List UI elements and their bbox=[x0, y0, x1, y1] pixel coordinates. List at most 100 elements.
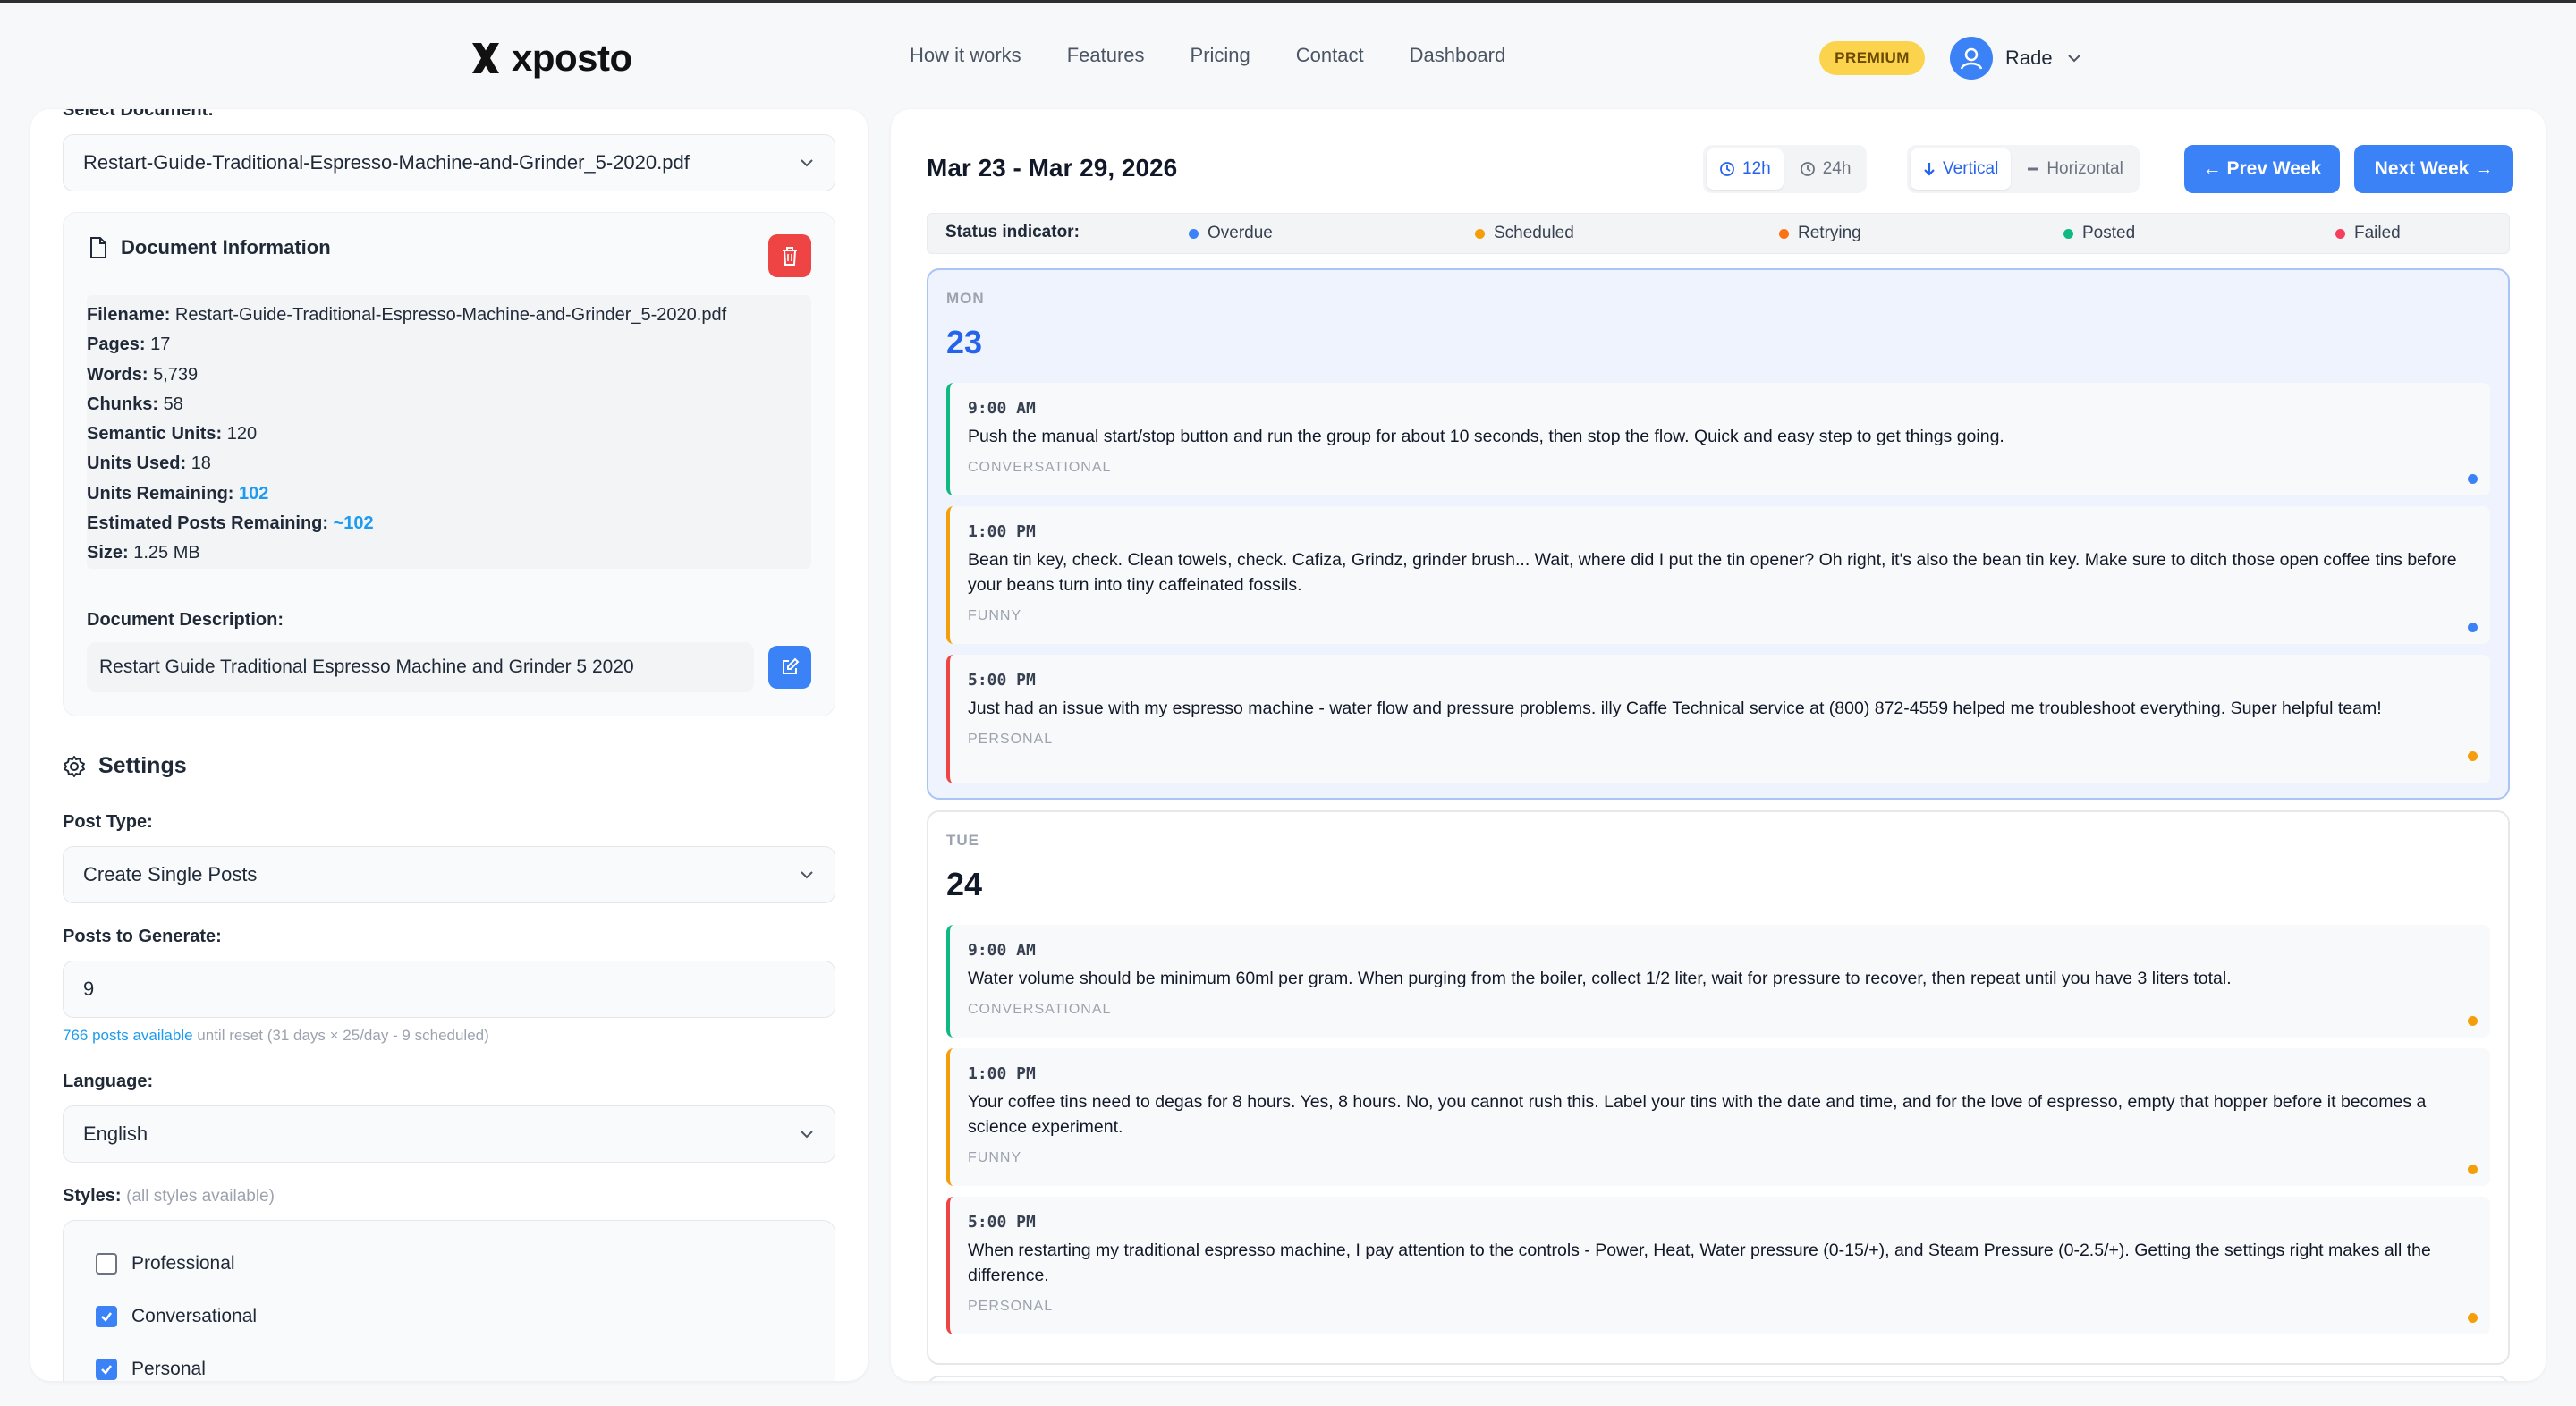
arrow-down-icon bbox=[1924, 163, 1935, 176]
styles-label-row: Styles: (all styles available) bbox=[63, 1186, 275, 1207]
post-time: 9:00 AM bbox=[968, 399, 1036, 418]
time-12h-label: 12h bbox=[1742, 159, 1771, 178]
status-dot bbox=[2063, 228, 2073, 239]
logo[interactable]: xposto bbox=[469, 35, 632, 81]
time-12h-button[interactable]: 12h bbox=[1707, 148, 1784, 190]
trash-icon bbox=[783, 247, 797, 266]
status-dot bbox=[1189, 228, 1199, 239]
post-status-dot bbox=[2468, 623, 2478, 632]
status-dot bbox=[1475, 228, 1485, 239]
edit-icon bbox=[783, 657, 800, 674]
info-semantic-units: Semantic Units: 120 bbox=[87, 424, 258, 445]
style-label: Conversational bbox=[131, 1306, 258, 1326]
chevron-down-icon bbox=[801, 159, 813, 167]
post-text: Just had an issue with my espresso machi… bbox=[968, 699, 2382, 718]
checkbox-unchecked[interactable] bbox=[96, 1253, 117, 1275]
select-document-label: Select Document: bbox=[63, 109, 214, 120]
time-24h-label: 24h bbox=[1822, 159, 1852, 178]
horizontal-layout-button[interactable]: Horizontal bbox=[2014, 148, 2136, 190]
day-card-wed-partial bbox=[927, 1376, 2510, 1381]
document-information-title: Document Information bbox=[121, 236, 331, 258]
post-text: Push the manual start/stop button and ru… bbox=[968, 427, 2004, 446]
time-24h-button[interactable]: 24h bbox=[1787, 148, 1864, 190]
status-label: Posted bbox=[2082, 224, 2136, 242]
edit-description-button[interactable] bbox=[768, 646, 811, 689]
posts-to-generate-input[interactable]: 9 bbox=[63, 961, 835, 1018]
status-label: Scheduled bbox=[1494, 224, 1574, 242]
info-words: Words: 5,739 bbox=[87, 364, 199, 385]
post-status-dot bbox=[2468, 1165, 2478, 1174]
info-size: Size: 1.25 MB bbox=[87, 543, 200, 563]
status-indicator-label: Status indicator: bbox=[945, 223, 1080, 241]
vertical-layout-button[interactable]: Vertical bbox=[1911, 148, 2012, 190]
post-style-tag: PERSONAL bbox=[968, 1299, 1054, 1314]
gear-icon bbox=[64, 755, 85, 777]
next-week-button[interactable]: Next Week → bbox=[2354, 145, 2513, 193]
language-label: Language: bbox=[63, 1071, 154, 1091]
style-option-conversational[interactable]: Conversational bbox=[96, 1306, 257, 1327]
document-select[interactable]: Restart-Guide-Traditional-Espresso-Machi… bbox=[63, 134, 835, 191]
post-style-tag: FUNNY bbox=[968, 1150, 1022, 1165]
nav-contact[interactable]: Contact bbox=[1296, 44, 1364, 67]
scheduled-post[interactable]: 9:00 AM Water volume should be minimum 6… bbox=[946, 925, 2490, 1038]
clock-icon bbox=[1720, 162, 1734, 176]
scheduled-post[interactable]: 1:00 PM Your coffee tins need to degas f… bbox=[946, 1048, 2490, 1186]
document-info-list: Filename: Restart-Guide-Traditional-Espr… bbox=[87, 295, 811, 569]
style-option-personal[interactable]: Personal bbox=[96, 1359, 206, 1380]
day-name: MON bbox=[946, 290, 985, 307]
post-time: 5:00 PM bbox=[968, 1213, 1036, 1232]
scheduled-post[interactable]: 9:00 AM Push the manual start/stop butto… bbox=[946, 383, 2490, 495]
post-status-dot bbox=[2468, 1016, 2478, 1026]
post-type-select[interactable]: Create Single Posts bbox=[63, 846, 835, 903]
post-type-value: Create Single Posts bbox=[83, 863, 258, 885]
user-avatar-icon bbox=[1950, 37, 1993, 80]
scheduled-post[interactable]: 5:00 PM Just had an issue with my espres… bbox=[946, 655, 2490, 783]
nav-how-it-works[interactable]: How it works bbox=[910, 44, 1021, 67]
delete-document-button[interactable] bbox=[768, 234, 811, 277]
chevron-down-icon bbox=[2067, 55, 2080, 63]
day-number: 24 bbox=[946, 866, 983, 902]
posts-available-link[interactable]: 766 posts available bbox=[63, 1027, 193, 1044]
styles-note: (all styles available) bbox=[126, 1187, 275, 1206]
post-text: When restarting my traditional espresso … bbox=[968, 1241, 2431, 1285]
status-overdue: Overdue bbox=[1189, 224, 1273, 243]
logo-text: xposto bbox=[512, 37, 632, 79]
checkbox-checked[interactable] bbox=[96, 1359, 117, 1380]
posts-available-detail: until reset (31 days × 25/day - 9 schedu… bbox=[197, 1027, 489, 1044]
document-information-card: Document Information Filename: Restart-G… bbox=[63, 212, 835, 716]
info-chunks: Chunks: 58 bbox=[87, 394, 183, 414]
style-label: Professional bbox=[131, 1253, 235, 1274]
user-name: Rade bbox=[2005, 47, 2053, 69]
document-select-value: Restart-Guide-Traditional-Espresso-Machi… bbox=[83, 151, 690, 174]
document-description-input[interactable]: Restart Guide Traditional Espresso Machi… bbox=[87, 642, 754, 692]
checkbox-checked[interactable] bbox=[96, 1306, 117, 1327]
chevron-down-icon bbox=[801, 871, 813, 879]
post-style-tag: PERSONAL bbox=[968, 732, 1054, 747]
day-number: 23 bbox=[946, 324, 983, 360]
scheduled-post[interactable]: 5:00 PM When restarting my traditional e… bbox=[946, 1197, 2490, 1334]
nav-pricing[interactable]: Pricing bbox=[1191, 44, 1250, 67]
settings-header: Settings bbox=[63, 753, 187, 779]
post-time: 9:00 AM bbox=[968, 941, 1036, 960]
info-units-remaining: Units Remaining: 102 bbox=[87, 483, 269, 504]
post-time: 5:00 PM bbox=[968, 671, 1036, 690]
language-select[interactable]: English bbox=[63, 1105, 835, 1163]
layout-toggle: Vertical Horizontal bbox=[1907, 145, 2140, 193]
style-option-professional[interactable]: Professional bbox=[96, 1253, 235, 1275]
nav-features[interactable]: Features bbox=[1067, 44, 1145, 67]
scheduled-post[interactable]: 1:00 PM Bean tin key, check. Clean towel… bbox=[946, 506, 2490, 644]
main-nav: How it works Features Pricing Contact Da… bbox=[910, 44, 1505, 67]
prev-week-button[interactable]: ← Prev Week bbox=[2184, 145, 2340, 193]
language-value: English bbox=[83, 1122, 148, 1145]
document-description-label: Document Description: bbox=[87, 610, 284, 630]
user-menu[interactable]: Rade bbox=[1950, 37, 2083, 80]
status-failed: Failed bbox=[2335, 224, 2401, 243]
post-style-tag: CONVERSATIONAL bbox=[968, 1002, 1112, 1017]
post-status-dot bbox=[2468, 751, 2478, 761]
file-icon bbox=[90, 237, 106, 258]
status-retrying: Retrying bbox=[1779, 224, 1861, 243]
document-settings-panel: Select Document: Restart-Guide-Tradition… bbox=[30, 109, 868, 1381]
nav-dashboard[interactable]: Dashboard bbox=[1410, 44, 1506, 67]
post-text: Bean tin key, check. Clean towels, check… bbox=[968, 550, 2457, 595]
post-text: Your coffee tins need to degas for 8 hou… bbox=[968, 1092, 2427, 1137]
